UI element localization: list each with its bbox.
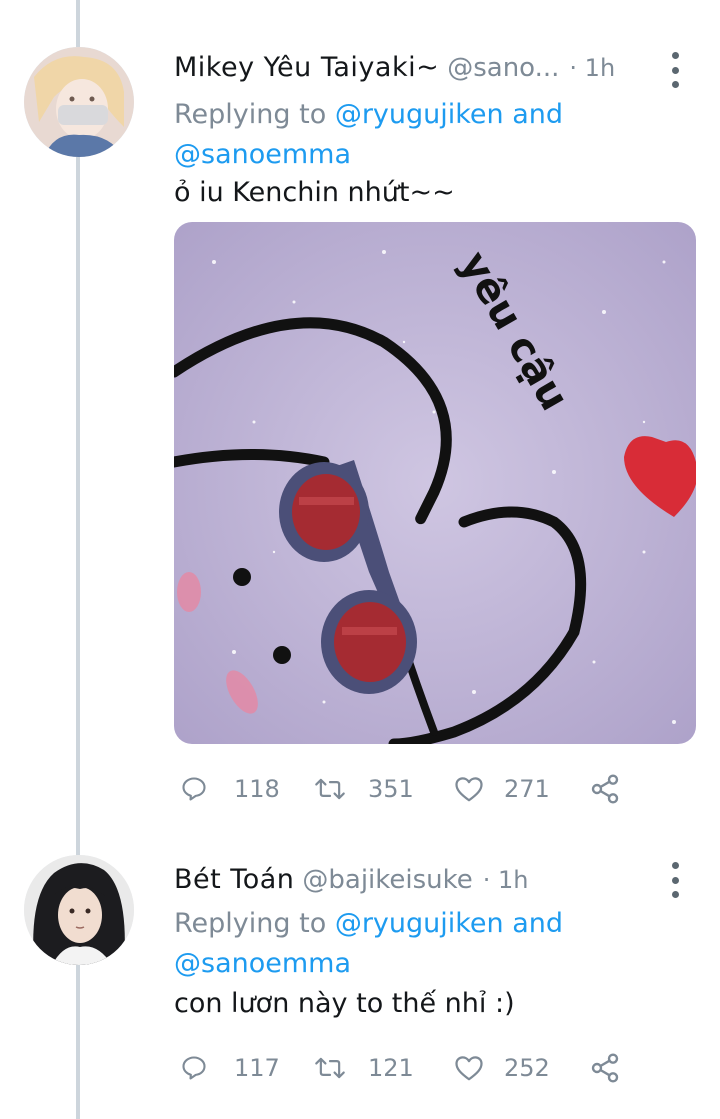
reply-icon	[182, 777, 206, 801]
timestamp[interactable]: · 1h	[483, 866, 529, 894]
tweet-1[interactable]: Mikey Yêu Taiyaki~ @sano... · 1h Replyin…	[0, 0, 720, 840]
like-icon	[455, 777, 483, 802]
replying-to: Replying to @ryugujiken and @sanoemma	[174, 95, 644, 175]
retweet-count: 351	[368, 775, 414, 803]
retweet-icon	[315, 1057, 345, 1079]
tweet-text: ỏ iu Kenchin nhứt~~	[174, 177, 455, 208]
avatar[interactable]	[24, 855, 134, 965]
tweet-header: Bét Toán @bajikeisuke · 1h	[174, 864, 529, 895]
like-button[interactable]: 252	[454, 1048, 550, 1088]
retweet-button[interactable]: 351	[314, 769, 414, 809]
retweet-count: 121	[368, 1054, 414, 1082]
tweet-header: Mikey Yêu Taiyaki~ @sano... · 1h	[174, 52, 615, 83]
reply-icon	[182, 1056, 206, 1080]
avatar-image	[24, 47, 134, 157]
like-button[interactable]: 271	[454, 769, 550, 809]
avatar-image	[24, 855, 134, 965]
display-name[interactable]: Bét Toán	[174, 864, 294, 895]
reply-button[interactable]: 117	[180, 1048, 280, 1088]
more-icon[interactable]	[665, 862, 685, 898]
tweet-media[interactable]: yêu cậu	[174, 222, 696, 744]
timestamp[interactable]: · 1h	[569, 54, 615, 82]
handle[interactable]: @sano...	[447, 53, 559, 83]
replying-prefix: Replying to	[174, 99, 327, 130]
like-icon	[455, 1056, 483, 1081]
like-count: 252	[504, 1054, 550, 1082]
reply-mention-1[interactable]: @ryugujiken	[335, 99, 504, 130]
share-icon	[591, 1053, 619, 1083]
retweet-icon	[315, 778, 345, 800]
share-button[interactable]	[589, 1048, 621, 1088]
reply-and: and	[512, 908, 564, 939]
share-icon	[591, 774, 619, 804]
more-icon[interactable]	[665, 52, 685, 88]
reply-count: 118	[234, 775, 280, 803]
reply-and: and	[512, 99, 564, 130]
media-image: yêu cậu	[174, 222, 696, 744]
share-button[interactable]	[589, 769, 621, 809]
tweet-actions: 118 351 271	[174, 769, 634, 809]
tweet-actions: 117 121 252	[174, 1048, 634, 1088]
avatar[interactable]	[24, 47, 134, 157]
tweet-2[interactable]: Bét Toán @bajikeisuke · 1h Replying to @…	[0, 840, 720, 1119]
tweet-text: con lươn này to thế nhỉ :)	[174, 988, 515, 1019]
like-count: 271	[504, 775, 550, 803]
retweet-button[interactable]: 121	[314, 1048, 414, 1088]
reply-mention-1[interactable]: @ryugujiken	[335, 908, 504, 939]
replying-prefix: Replying to	[174, 908, 327, 939]
handle[interactable]: @bajikeisuke	[302, 865, 472, 895]
reply-mention-2[interactable]: @sanoemma	[174, 139, 351, 170]
reply-mention-2[interactable]: @sanoemma	[174, 948, 351, 979]
display-name[interactable]: Mikey Yêu Taiyaki~	[174, 52, 439, 83]
reply-button[interactable]: 118	[180, 769, 280, 809]
replying-to: Replying to @ryugujiken and @sanoemma	[174, 904, 644, 984]
reply-count: 117	[234, 1054, 280, 1082]
